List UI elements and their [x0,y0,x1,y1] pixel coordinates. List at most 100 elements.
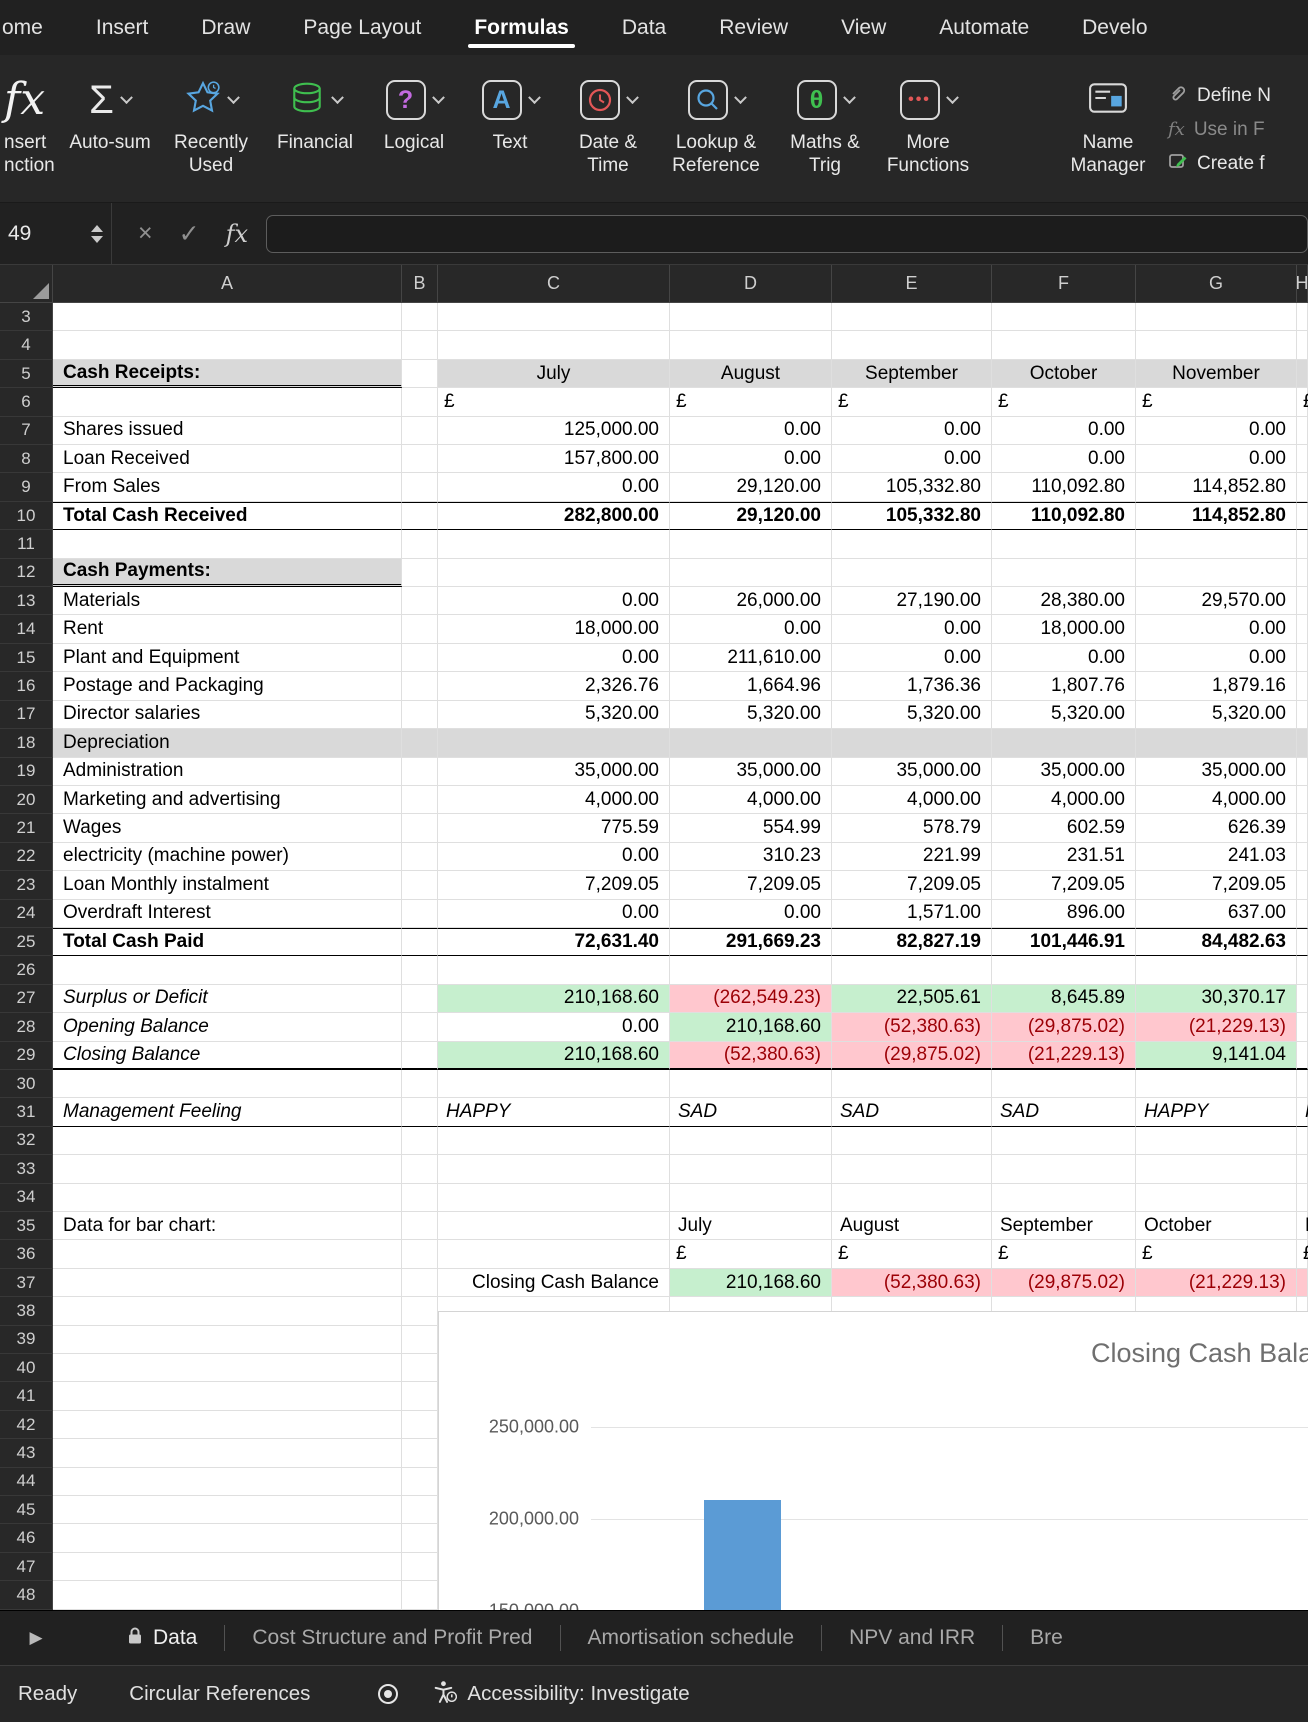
cell-D8[interactable]: 0.00 [670,445,832,474]
ribbon-tab-developer[interactable]: Develo [1080,1,1149,55]
cell-G20[interactable]: 4,000.00 [1136,785,1297,815]
cell-G17[interactable]: 5,320.00 [1136,700,1297,730]
row-header-45[interactable]: 45 [0,1496,53,1525]
cell-A24[interactable]: Overdraft Interest [53,899,402,928]
cell-A42[interactable] [53,1410,402,1440]
cell-A6[interactable] [53,388,402,417]
cell-G3[interactable] [1136,303,1297,332]
row-header-42[interactable]: 42 [0,1410,53,1440]
cell-G18[interactable] [1136,729,1297,758]
cell-B37[interactable] [402,1268,438,1298]
cell-B30[interactable] [402,1069,438,1099]
cell-C13[interactable]: 0.00 [438,587,670,616]
cell-C11[interactable] [438,530,670,559]
cell-H10[interactable] [1297,501,1308,531]
row-header-35[interactable]: 35 [0,1212,53,1241]
cell-F7[interactable]: 0.00 [992,416,1136,446]
cell-D29[interactable]: (52,380.63) [670,1041,832,1070]
cell-H21[interactable] [1297,814,1308,843]
cell-F29[interactable]: (21,229.13) [992,1041,1136,1070]
cell-E19[interactable]: 35,000.00 [832,757,992,786]
row-header-7[interactable]: 7 [0,416,53,446]
row-header-6[interactable]: 6 [0,388,53,417]
formula-input[interactable] [265,214,1308,253]
cell-B47[interactable] [402,1552,438,1582]
row-header-15[interactable]: 15 [0,643,53,673]
cell-E22[interactable]: 221.99 [832,842,992,872]
cell-C8[interactable]: 157,800.00 [438,445,670,474]
cell-A45[interactable] [53,1496,402,1525]
cell-G32[interactable] [1136,1126,1297,1156]
cell-A41[interactable] [53,1382,402,1411]
cell-F36[interactable]: £ [992,1240,1136,1269]
column-header-f[interactable]: F [992,265,1136,303]
cell-G15[interactable]: 0.00 [1136,643,1297,673]
cell-C36[interactable] [438,1240,670,1269]
ribbon-tab-insert[interactable]: Insert [94,1,151,55]
cell-E28[interactable]: (52,380.63) [832,1013,992,1042]
cell-A33[interactable] [53,1155,402,1184]
cell-B27[interactable] [402,984,438,1014]
cell-A25[interactable]: Total Cash Paid [53,927,402,957]
cell-C18[interactable] [438,729,670,758]
sheet-tab-npv-irr[interactable]: NPV and IRR [822,1626,1002,1650]
cell-B35[interactable] [402,1212,438,1241]
row-header-34[interactable]: 34 [0,1183,53,1212]
cell-B41[interactable] [402,1382,438,1411]
cell-B48[interactable] [402,1581,438,1610]
cell-H13[interactable] [1297,587,1308,616]
cell-B31[interactable] [402,1098,438,1127]
cell-A5[interactable]: Cash Receipts: [53,359,402,389]
column-header-c[interactable]: C [438,265,670,303]
cell-B33[interactable] [402,1155,438,1184]
cell-B5[interactable] [402,359,438,389]
text-functions-button[interactable]: A Text [462,61,558,198]
row-header-41[interactable]: 41 [0,1382,53,1411]
cancel-icon[interactable]: × [138,219,153,248]
row-header-20[interactable]: 20 [0,785,53,815]
row-header-39[interactable]: 39 [0,1325,53,1355]
cell-D31[interactable]: SAD [670,1098,832,1127]
column-header-a[interactable]: A [53,265,402,303]
ribbon-tab-draw[interactable]: Draw [199,1,252,55]
column-header-h[interactable]: H [1297,265,1308,303]
cell-F25[interactable]: 101,446.91 [992,927,1136,957]
cell-B9[interactable] [402,473,438,502]
row-header-22[interactable]: 22 [0,842,53,872]
cell-H6[interactable]: £ [1297,388,1308,417]
cell-A16[interactable]: Postage and Packaging [53,672,402,701]
closing-cash-balance-chart[interactable]: Closing Cash Bala 250,000.00 200,000.00 … [438,1311,1308,1610]
cell-F33[interactable] [992,1155,1136,1184]
maths-trig-button[interactable]: θ Maths & Trig [774,61,876,198]
cell-A23[interactable]: Loan Monthly instalment [53,871,402,900]
sheet-tab-breakeven[interactable]: Bre [1003,1626,1090,1650]
cell-F35[interactable]: September [992,1212,1136,1241]
cell-H31[interactable]: H [1297,1098,1308,1127]
cell-D35[interactable]: July [670,1212,832,1241]
row-header-44[interactable]: 44 [0,1467,53,1497]
ribbon-tab-formulas[interactable]: Formulas [468,1,575,55]
cell-G26[interactable] [1136,956,1297,985]
cell-E8[interactable]: 0.00 [832,445,992,474]
cell-E7[interactable]: 0.00 [832,416,992,446]
cell-D36[interactable]: £ [670,1240,832,1269]
cell-B7[interactable] [402,416,438,446]
select-all-corner[interactable] [0,265,53,303]
cell-C10[interactable]: 282,800.00 [438,501,670,531]
insert-function-fx-icon[interactable]: fx [226,220,248,248]
cell-G34[interactable] [1136,1183,1297,1212]
cell-A15[interactable]: Plant and Equipment [53,643,402,673]
cell-F15[interactable]: 0.00 [992,643,1136,673]
cell-H19[interactable] [1297,757,1308,786]
cell-A47[interactable] [53,1552,402,1582]
cell-D24[interactable]: 0.00 [670,899,832,928]
cell-H7[interactable] [1297,416,1308,446]
cell-A10[interactable]: Total Cash Received [53,501,402,531]
name-box[interactable]: 49 [0,203,112,264]
cell-G22[interactable]: 241.03 [1136,842,1297,872]
sheet-tab-amortisation[interactable]: Amortisation schedule [561,1626,822,1650]
sheet-tab-data[interactable]: Data [100,1626,224,1651]
cell-H25[interactable] [1297,927,1308,957]
cell-B20[interactable] [402,785,438,815]
row-header-46[interactable]: 46 [0,1524,53,1553]
